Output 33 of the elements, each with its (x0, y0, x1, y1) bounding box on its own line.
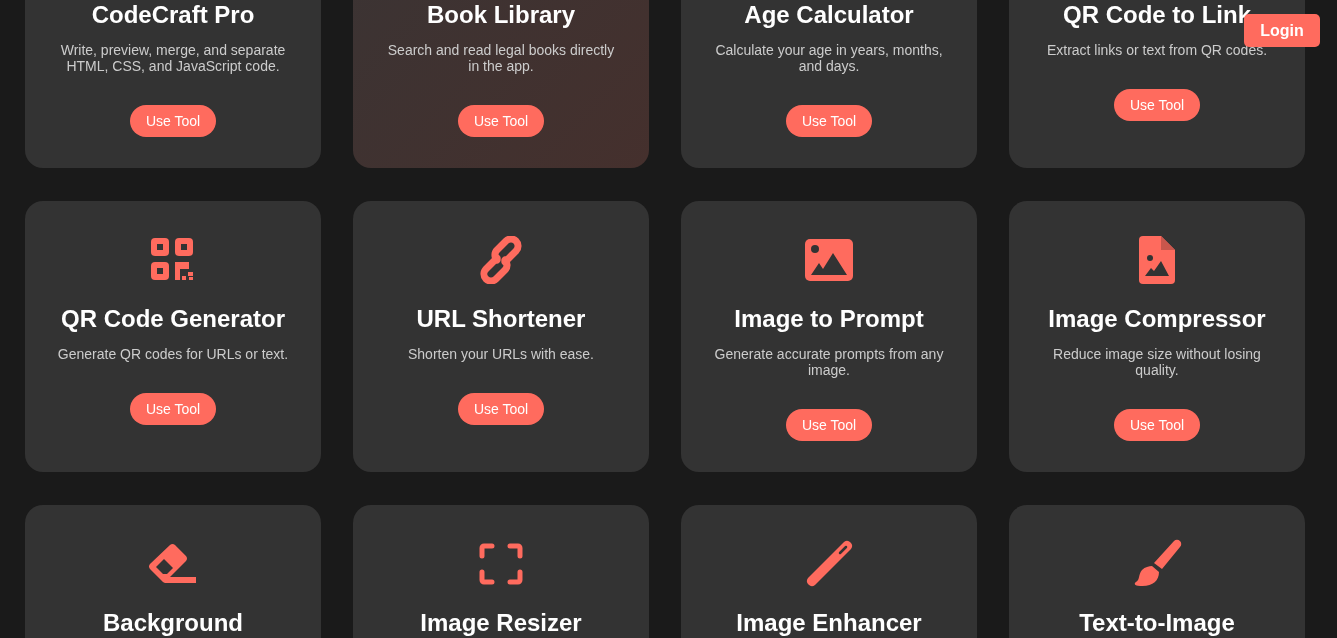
image-icon (805, 239, 853, 281)
tool-title: Background (103, 608, 243, 637)
tool-title: Image Resizer (420, 608, 582, 637)
tool-title: Image to Prompt (734, 304, 924, 333)
tool-title: CodeCraft Pro (91, 0, 255, 29)
tool-description: Write, preview, merge, and separate HTML, CSS, and JavaScript code. (59, 42, 287, 74)
tool-description: Search and read legal books directly in the app. (386, 42, 616, 74)
use-tool-button[interactable]: Use Tool (1113, 89, 1201, 121)
expand-icon (479, 543, 523, 585)
tool-description: Reduce image size without losing quality. (1052, 346, 1262, 378)
tool-title: Image Enhancer (736, 608, 922, 637)
tool-title: QR Code Generator (60, 304, 285, 333)
tool-title: Text-to-Image (1079, 608, 1235, 637)
tool-title: Image Compressor (1048, 304, 1266, 333)
tool-description: Generate QR codes for URLs or text. (57, 346, 289, 362)
use-tool-button[interactable]: Use Tool (129, 393, 217, 425)
file-image-icon (1139, 236, 1175, 284)
use-tool-button[interactable]: Use Tool (785, 409, 873, 441)
paintbrush-icon (1132, 539, 1182, 589)
tool-description: Calculate your age in years, months, and days. (714, 42, 944, 74)
use-tool-button[interactable]: Use Tool (129, 105, 217, 137)
eraser-icon (148, 543, 198, 585)
use-tool-button[interactable]: Use Tool (1113, 409, 1201, 441)
tool-title: URL Shortener (416, 304, 586, 333)
qr-code-icon (151, 238, 195, 282)
wand-icon (804, 539, 854, 589)
use-tool-button[interactable]: Use Tool (457, 105, 545, 137)
use-tool-button[interactable]: Use Tool (785, 105, 873, 137)
use-tool-button[interactable]: Use Tool (457, 393, 545, 425)
tool-title: Book Library (427, 0, 575, 29)
tool-title: Age Calculator (744, 0, 914, 29)
tool-description: Generate accurate prompts from any image. (713, 346, 945, 378)
tool-description: Shorten your URLs with ease. (408, 346, 594, 362)
